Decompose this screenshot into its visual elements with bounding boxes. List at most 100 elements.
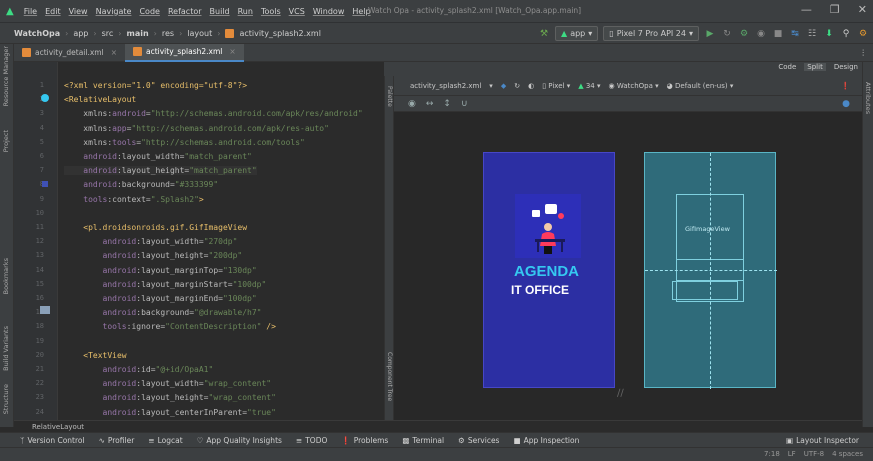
code-line[interactable]: android:layout_height="wrap_content" (64, 393, 276, 402)
device-manager-icon[interactable]: ☷ (806, 28, 818, 40)
maximize-icon[interactable]: ❐ (830, 3, 840, 16)
menu-file[interactable]: File (24, 7, 37, 16)
code-line[interactable]: android:layout_centerInParent="true" (64, 408, 276, 417)
code-line[interactable]: android:layout_height="match_parent" (64, 166, 257, 176)
tool-profiler[interactable]: ∿ Profiler (99, 436, 135, 445)
code-line[interactable]: android:layout_height="200dp" (64, 251, 243, 260)
code-line[interactable]: xmlns:android="http://schemas.android.co… (64, 109, 362, 118)
menu-vcs[interactable]: VCS (289, 7, 305, 16)
minimize-icon[interactable]: — (801, 3, 812, 16)
gutter-color-swatch-icon[interactable] (42, 181, 48, 187)
code-line[interactable]: <pl.droidsonroids.gif.GifImageView (64, 223, 247, 232)
search-icon[interactable]: ⚲ (840, 28, 852, 40)
palette-tab[interactable]: Palette (386, 86, 393, 107)
code-line[interactable]: android:background="#333399" (64, 180, 218, 189)
indent-setting[interactable]: 4 spaces (832, 450, 863, 458)
view-options-icon[interactable]: ◉ (408, 99, 416, 109)
tool-problems[interactable]: ❗ Problems (341, 436, 388, 445)
design-canvas[interactable] (394, 112, 862, 420)
night-mode-icon[interactable]: ◐ (528, 82, 534, 90)
gutter-image-preview-icon[interactable] (40, 306, 50, 314)
project-tab[interactable]: Project (2, 130, 10, 152)
file-encoding[interactable]: UTF-8 (804, 450, 824, 458)
blueprint-preview[interactable]: GifImageView (644, 152, 777, 389)
code-line[interactable]: tools:context=".Splash2"> (64, 195, 203, 204)
code-view-button[interactable]: Code (778, 63, 796, 71)
profile-icon[interactable]: ◉ (755, 28, 767, 40)
device-select[interactable]: ▯ Pixel ▾ (542, 82, 570, 90)
breadcrumb-src[interactable]: src (102, 29, 114, 38)
code-line[interactable]: android:layout_width="270dp" (64, 237, 238, 246)
breadcrumb-app[interactable]: app (73, 29, 88, 38)
run-icon[interactable]: ▶ (704, 28, 716, 40)
code-line[interactable]: <TextView (64, 351, 126, 360)
design-view-button[interactable]: Design (834, 63, 858, 71)
tool-version-control[interactable]: ᛉ Version Control (20, 436, 85, 445)
debug-icon[interactable]: ⚙ (738, 28, 750, 40)
menu-run[interactable]: Run (238, 7, 253, 16)
code-line[interactable]: xmlns:app="http://schemas.android.com/ap… (64, 124, 329, 133)
tool-terminal[interactable]: ▩ Terminal (402, 436, 444, 445)
menu-code[interactable]: Code (139, 7, 159, 16)
breadcrumb-res[interactable]: res (162, 29, 174, 38)
code-line[interactable]: android:background="@drawable/h7" (64, 308, 262, 317)
rerun-icon[interactable]: ↻ (721, 28, 733, 40)
tool-todo[interactable]: ≡ TODO (296, 436, 327, 445)
info-icon[interactable]: ● (842, 99, 850, 109)
sdk-manager-icon[interactable]: ⬇ (823, 28, 835, 40)
tool-layout-inspector[interactable]: ▣ Layout Inspector (786, 436, 859, 445)
code-editor[interactable]: <?xml version="1.0" encoding="utf-8"?> <R… (58, 62, 384, 420)
menu-view[interactable]: View (69, 7, 88, 16)
hammer-icon[interactable]: ⚒ (538, 28, 550, 40)
breadcrumb-file[interactable]: activity_splash2.xml (239, 29, 320, 38)
tool-app-quality-insights[interactable]: ♡ App Quality Insights (197, 436, 282, 445)
code-line[interactable]: android:layout_width="match_parent" (64, 152, 252, 161)
code-line[interactable]: <?xml version="1.0" encoding="utf-8"?> (64, 81, 247, 90)
menu-refactor[interactable]: Refactor (168, 7, 202, 16)
cursor-position[interactable]: 7:18 (764, 450, 780, 458)
arrows-icon[interactable]: ↔ (426, 99, 434, 109)
code-line[interactable]: android:layout_marginTop="130dp" (64, 266, 257, 275)
layout-file-select[interactable]: activity_splash2.xml (410, 82, 481, 90)
locale-select[interactable]: ◕ Default (en-us) ▾ (667, 82, 734, 90)
device-select[interactable]: ▯ Pixel 7 Pro API 24 ▾ (603, 26, 699, 41)
code-line[interactable]: <RelativeLayout (64, 95, 136, 104)
code-line[interactable]: android:layout_marginStart="100dp" (64, 280, 267, 289)
code-line[interactable]: xmlns:tools="http://schemas.android.com/… (64, 138, 305, 147)
blueprint-textview-2[interactable] (672, 281, 738, 300)
bookmarks-tab[interactable]: Bookmarks (2, 258, 10, 294)
resource-manager-tab[interactable]: Resource Manager (2, 46, 10, 106)
xml-breadcrumb-item[interactable]: RelativeLayout (32, 423, 84, 431)
vertical-arrows-icon[interactable]: ↕ (443, 99, 451, 109)
menu-tools[interactable]: Tools (261, 7, 281, 16)
code-line[interactable]: android:id="@+id/OpaA1" (64, 365, 214, 374)
more-tabs-icon[interactable]: ⋮ (860, 48, 868, 57)
design-mode-icon[interactable]: ◆ (501, 82, 506, 90)
breadcrumb-main[interactable]: main (126, 29, 148, 38)
resize-handle-icon[interactable]: ∕∕ (617, 388, 624, 399)
close-tab-icon[interactable]: × (229, 47, 235, 56)
breadcrumb-layout[interactable]: layout (187, 29, 212, 38)
build-variants-tab[interactable]: Build Variants (2, 326, 10, 371)
close-icon[interactable]: ✕ (858, 3, 867, 16)
code-line[interactable]: android:layout_width="wrap_content" (64, 379, 272, 388)
magnet-icon[interactable]: ∪ (461, 99, 468, 109)
tab-activity-splash2[interactable]: activity_splash2.xml × (124, 43, 244, 62)
orientation-icon[interactable]: ↻ (514, 82, 520, 90)
stop-icon[interactable]: ■ (772, 28, 784, 40)
component-tree-tab[interactable]: Component Tree (386, 352, 393, 401)
theme-select[interactable]: ◉ WatchOpa ▾ (609, 82, 659, 90)
code-line[interactable]: android:layout_marginEnd="100dp" (64, 294, 257, 303)
tab-activity-detail[interactable]: activity_detail.xml × (14, 44, 125, 62)
breadcrumb-project[interactable]: WatchOpa (14, 29, 60, 38)
split-view-button[interactable]: Split (804, 63, 826, 71)
warning-icon[interactable]: ❗ (841, 82, 850, 90)
structure-tab[interactable]: Structure (2, 384, 10, 414)
module-select[interactable]: ▲ app ▾ (555, 26, 599, 41)
menu-window[interactable]: Window (313, 7, 345, 16)
attributes-tab[interactable]: Attributes (864, 82, 872, 114)
code-line[interactable]: tools:ignore="ContentDescription" /> (64, 322, 276, 331)
line-separator[interactable]: LF (788, 450, 796, 458)
api-select[interactable]: ▲ 34 ▾ (578, 82, 600, 90)
gutter-color-marker-icon[interactable] (41, 94, 49, 102)
